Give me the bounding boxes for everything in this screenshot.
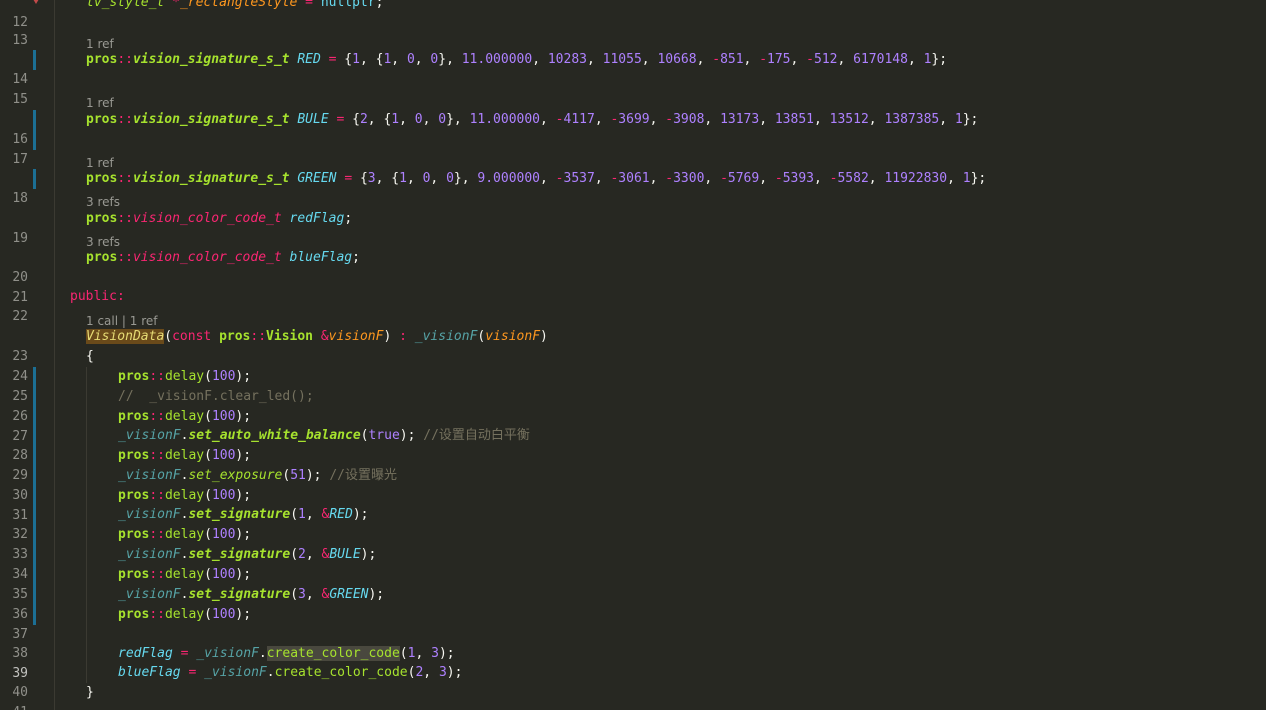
code-text: redFlag = _visionF.create_color_code(1, … (118, 646, 455, 661)
modified-line-indicator (33, 505, 36, 525)
code-text: pros::delay(100); (118, 488, 252, 503)
line-38[interactable]: 38 (0, 624, 1266, 661)
codelens[interactable]: 1 ref (0, 92, 1266, 112)
code-text: _visionF.set_signature(3, &GREEN); (118, 587, 385, 602)
modified-line-indicator (33, 50, 36, 70)
line-36[interactable]: 36 _visionF.set_signature(3, &GREEN); (0, 585, 1266, 622)
indent-guide (54, 0, 55, 710)
line-19[interactable]: 19 pros::vision_color_code_t redFlag; (0, 209, 1266, 246)
code-text: pros::vision_color_code_t blueFlag; (86, 250, 360, 265)
references-codelens[interactable]: 1 ref (86, 92, 114, 112)
modified-line-indicator (33, 367, 36, 387)
line-number: 41 (0, 703, 28, 710)
modified-line-indicator (33, 605, 36, 625)
code-text: VisionData(const pros::Vision &visionF) … (86, 329, 548, 344)
modified-line-indicator (33, 169, 36, 189)
line-33[interactable]: 33 pros::delay(100); (0, 525, 1266, 562)
line-34[interactable]: 34 _visionF.set_signature(2, &BULE); (0, 545, 1266, 582)
code-editor[interactable]: 12 lv_style_t *_rectangleStyle = nullptr… (0, 0, 1266, 710)
references-codelens[interactable]: 3 refs (86, 191, 120, 211)
modified-line-indicator (33, 486, 36, 506)
line-31[interactable]: 31 pros::delay(100); (0, 486, 1266, 523)
code-text: { (86, 349, 94, 364)
line-13[interactable]: 13 (0, 11, 1266, 48)
modified-line-indicator (33, 446, 36, 466)
code-text: _visionF.set_auto_white_balance(true); /… (118, 428, 530, 443)
code-text: blueFlag = _visionF.create_color_code(2,… (118, 665, 463, 680)
code-text: // _visionF.clear_led(); (118, 389, 314, 404)
code-text: public: (70, 289, 125, 304)
modified-line-indicator (33, 565, 36, 585)
line-23[interactable]: 23 VisionData(const pros::Vision &vision… (0, 327, 1266, 364)
modified-line-indicator (33, 407, 36, 427)
code-text: pros::vision_signature_s_t GREEN = {3, {… (86, 171, 987, 186)
line-41[interactable]: 41 } (0, 683, 1266, 710)
line-21[interactable]: 21 (0, 268, 1266, 305)
code-text: pros::delay(100); (118, 607, 252, 622)
modified-line-indicator (33, 110, 36, 130)
line-35[interactable]: 35 pros::delay(100); (0, 565, 1266, 602)
line-18[interactable]: 18 pros::vision_signature_s_t GREEN = {3… (0, 169, 1266, 206)
line-17[interactable]: 17 (0, 130, 1266, 167)
line-14[interactable]: 14 pros::vision_signature_s_t RED = {1, … (0, 50, 1266, 87)
line-39[interactable]: 39 redFlag = _visionF.create_color_code(… (0, 644, 1266, 681)
line-37[interactable]: 37 pros::delay(100); (0, 605, 1266, 642)
line-20[interactable]: 20 pros::vision_color_code_t blueFlag; (0, 248, 1266, 285)
modified-line-indicator (33, 466, 36, 486)
code-text: pros::delay(100); (118, 369, 252, 384)
code-text: pros::vision_signature_s_t RED = {1, {1,… (86, 52, 948, 67)
line-15[interactable]: 15 (0, 70, 1266, 107)
code-text: _visionF.set_exposure(51); //设置曝光 (118, 468, 397, 483)
line-27[interactable]: 27 pros::delay(100); (0, 407, 1266, 444)
modified-line-indicator (33, 545, 36, 565)
modified-line-indicator (33, 130, 36, 150)
code-text: pros::vision_signature_s_t BULE = {2, {1… (86, 112, 979, 127)
code-text: } (86, 685, 94, 700)
breakpoint-indicator-icon[interactable] (33, 0, 39, 4)
line-25[interactable]: 25 pros::delay(100); (0, 367, 1266, 404)
line-22[interactable]: 22 public: (0, 287, 1266, 324)
line-32[interactable]: 32 _visionF.set_signature(1, &RED); (0, 505, 1266, 542)
line-40[interactable]: 40 blueFlag = _visionF.create_color_code… (0, 663, 1266, 700)
modified-line-indicator (33, 426, 36, 446)
modified-line-indicator (33, 387, 36, 407)
code-text: pros::delay(100); (118, 409, 252, 424)
code-text: pros::vision_color_code_t redFlag; (86, 211, 353, 226)
code-text: pros::delay(100); (118, 448, 252, 463)
line-26[interactable]: 26 // _visionF.clear_led(); (0, 387, 1266, 424)
modified-line-indicator (33, 525, 36, 545)
code-text: _visionF.set_signature(1, &RED); (118, 507, 369, 522)
modified-line-indicator (33, 585, 36, 605)
codelens[interactable]: 3 refs (0, 191, 1266, 211)
code-text: pros::delay(100); (118, 527, 252, 542)
indent-guide (86, 367, 87, 683)
code-text: _visionF.set_signature(2, &BULE); (118, 547, 377, 562)
line-24[interactable]: 24 { (0, 347, 1266, 384)
code-text: pros::delay(100); (118, 567, 252, 582)
line-30[interactable]: 30 _visionF.set_exposure(51); //设置曝光 (0, 466, 1266, 503)
line-28[interactable]: 28 _visionF.set_auto_white_balance(true)… (0, 426, 1266, 463)
line-29[interactable]: 29 pros::delay(100); (0, 446, 1266, 483)
line-16[interactable]: 16 pros::vision_signature_s_t BULE = {2,… (0, 110, 1266, 147)
